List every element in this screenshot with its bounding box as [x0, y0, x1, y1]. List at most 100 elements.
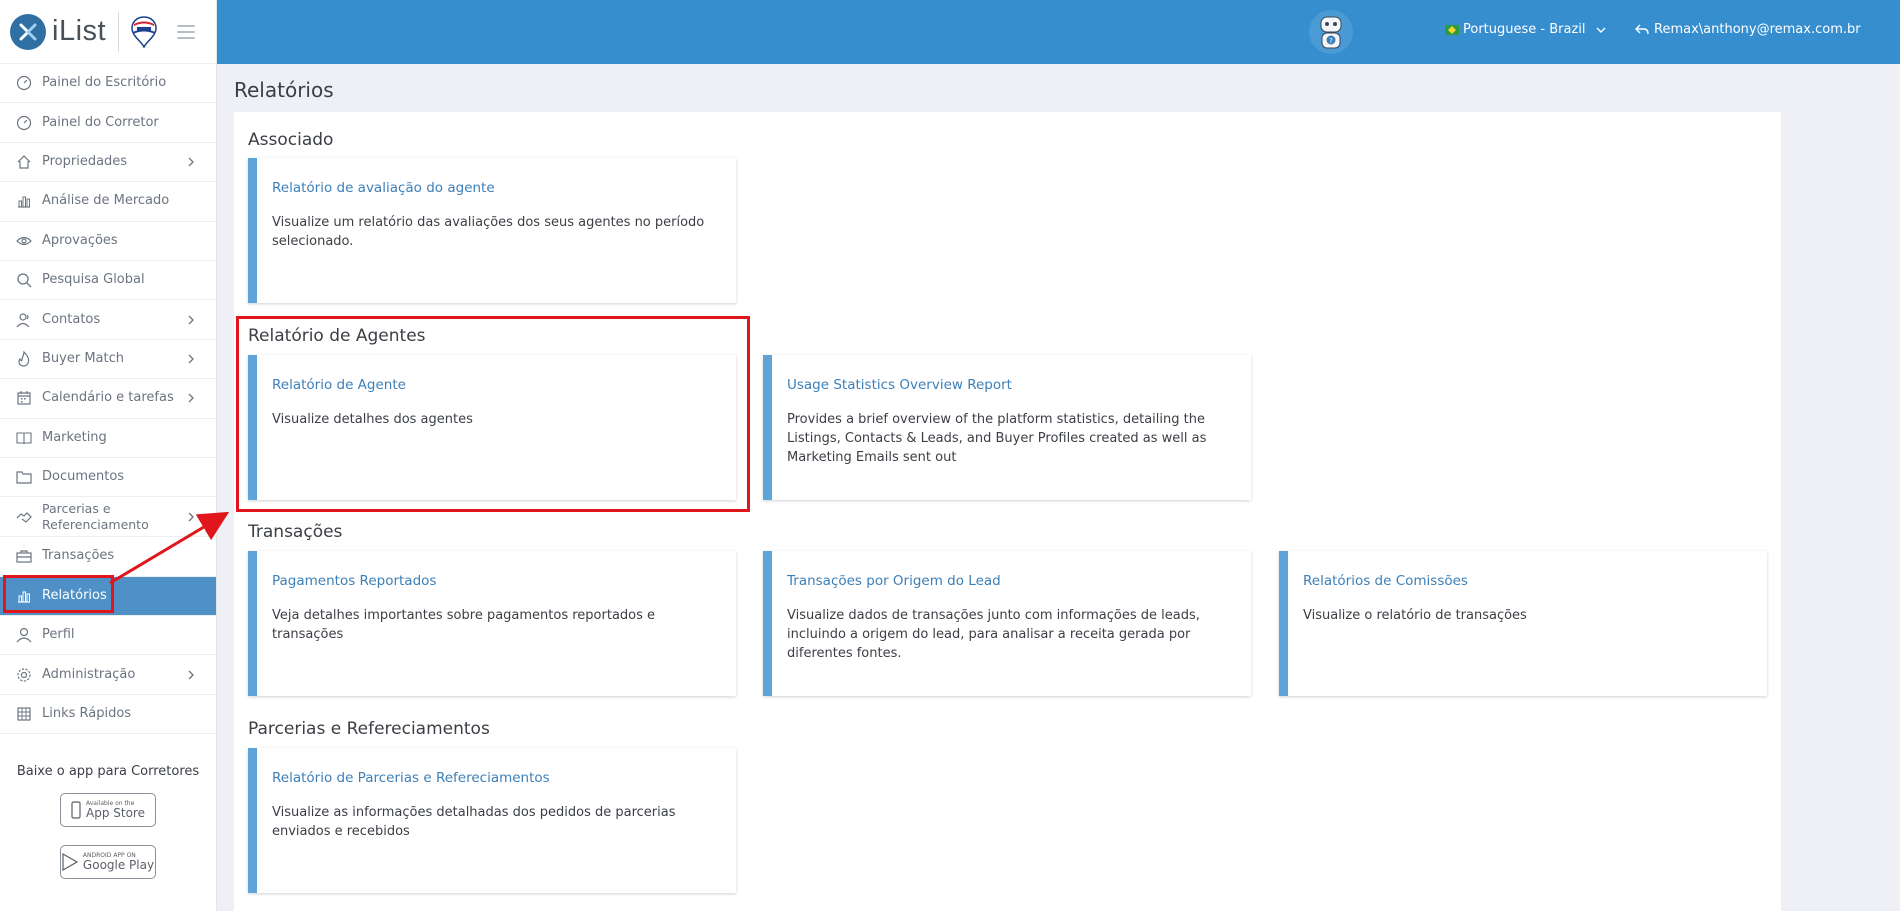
sidebar-item-label: Pesquisa Global	[42, 272, 145, 288]
language-selector[interactable]: Portuguese - Brazil	[1445, 22, 1606, 37]
user-icon	[15, 626, 33, 644]
handshake-icon	[15, 508, 33, 526]
folder-icon	[15, 468, 33, 486]
report-card-description: Visualize o relatório de transações	[1303, 608, 1527, 623]
sidebar-item-label: Contatos	[42, 311, 101, 327]
report-card-description: Provides a brief overview of the platfor…	[787, 412, 1207, 465]
sidebar-item-pesquisa-global[interactable]: Pesquisa Global	[0, 261, 216, 301]
app-download-section: Baixe o app para Corretores Available on…	[0, 734, 216, 880]
google-play-big: Google Play	[82, 858, 155, 873]
page-title: Relatórios	[234, 78, 334, 102]
remax-balloon-icon	[131, 15, 157, 48]
home-icon	[15, 153, 33, 171]
sidebar-item-label: Parcerias e Referenciamento	[42, 500, 149, 532]
sidebar-item-aprovacoes[interactable]: Aprovações	[0, 222, 216, 261]
report-card-description: Visualize um relatório das avaliações do…	[272, 215, 705, 249]
gear-icon	[15, 666, 33, 684]
chevron-right-icon	[188, 157, 194, 167]
sidebar-item-buyer-match[interactable]: Buyer Match	[0, 340, 216, 380]
report-card-usage-statistics[interactable]: Usage Statistics Overview Report Provide…	[763, 355, 1251, 500]
section-title-parcerias: Parcerias e Refereciamentos	[248, 719, 490, 739]
user-email: Remax\anthony@remax.com.br	[1654, 22, 1861, 37]
flame-icon	[15, 350, 33, 368]
report-card-parcerias-refereciamentos[interactable]: Relatório de Parcerias e Refereciamentos…	[248, 748, 736, 893]
brand-name: iList	[52, 15, 107, 47]
section-title-transacoes: Transações	[248, 522, 343, 542]
sidebar-item-painel-corretor[interactable]: Painel do Corretor	[0, 103, 216, 143]
building-icon	[15, 705, 33, 723]
play-icon	[62, 853, 78, 872]
app-store-button[interactable]: Available on the App Store	[60, 793, 156, 828]
chevron-right-icon	[188, 670, 194, 680]
google-play-button[interactable]: ANDROID APP ON Google Play	[60, 845, 156, 880]
sidebar-item-label: Propriedades	[42, 153, 128, 169]
contacts-icon	[15, 311, 33, 329]
reply-arrow-icon	[1635, 24, 1649, 34]
sidebar-item-links-rapidos[interactable]: Links Rápidos	[0, 695, 216, 735]
sidebar-item-label: Administração	[42, 666, 136, 682]
chevron-right-icon	[188, 393, 194, 403]
language-label: Portuguese - Brazil	[1463, 22, 1586, 37]
sidebar-item-label: Painel do Corretor	[42, 114, 159, 130]
app-download-title: Baixe o app para Corretores	[16, 764, 200, 780]
user-menu[interactable]: Remax\anthony@remax.com.br	[1635, 22, 1861, 37]
menu-toggle-icon[interactable]	[177, 24, 196, 39]
sidebar-item-label: Perfil	[42, 627, 75, 643]
book-icon	[15, 429, 33, 447]
sidebar-item-parcerias[interactable]: Parcerias e Referenciamento	[0, 497, 216, 538]
report-card-transacoes-origem-lead[interactable]: Transações por Origem do Lead Visualize …	[763, 551, 1251, 696]
svg-text:?: ?	[1329, 37, 1333, 45]
report-card-description: Veja detalhes importantes sobre pagament…	[272, 608, 656, 642]
sidebar-item-label: Transações	[42, 548, 115, 564]
gauge-icon	[15, 74, 33, 92]
sidebar-item-label: Buyer Match	[42, 350, 124, 366]
sidebar-item-label: Aprovações	[42, 232, 118, 248]
search-icon	[15, 271, 33, 289]
sidebar-item-documentos[interactable]: Documentos	[0, 458, 216, 498]
sidebar-item-perfil[interactable]: Perfil	[0, 616, 216, 656]
section-title-associado: Associado	[248, 130, 334, 150]
ilist-logo-icon[interactable]	[10, 13, 46, 50]
sidebar-item-label: Painel do Escritório	[42, 75, 167, 91]
gauge-icon	[15, 114, 33, 132]
report-card-title[interactable]: Pagamentos Reportados	[272, 573, 720, 589]
sidebar-item-administracao[interactable]: Administração	[0, 655, 216, 695]
sidebar-item-painel-escritorio[interactable]: Painel do Escritório	[0, 64, 216, 104]
annotation-highlight-relatorios-nav	[3, 575, 114, 613]
eye-icon	[15, 232, 33, 250]
report-card-relatorios-comissoes[interactable]: Relatórios de Comissões Visualize o rela…	[1279, 551, 1767, 696]
report-card-title[interactable]: Relatório de Parcerias e Refereciamentos	[272, 770, 720, 786]
report-card-description: Visualize dados de transações junto com …	[787, 608, 1200, 661]
sidebar-item-analise-mercado[interactable]: Análise de Mercado	[0, 182, 216, 222]
brazil-flag-icon	[1445, 24, 1459, 35]
bar-chart-icon	[15, 192, 33, 210]
report-card-title[interactable]: Transações por Origem do Lead	[787, 573, 1235, 589]
report-card-description: Visualize as informações detalhadas dos …	[272, 805, 676, 839]
report-card-title[interactable]: Relatório de avaliação do agente	[272, 180, 720, 196]
sidebar-item-label: Documentos	[42, 469, 125, 485]
sidebar-item-label: Marketing	[42, 429, 107, 445]
report-card-title[interactable]: Usage Statistics Overview Report	[787, 377, 1235, 393]
sidebar: iList Painel do Escritório Painel do Cor…	[0, 0, 217, 911]
report-card-title[interactable]: Relatórios de Comissões	[1303, 573, 1751, 589]
sidebar-item-contatos[interactable]: Contatos	[0, 300, 216, 340]
phone-icon	[71, 801, 81, 819]
logo-bar: iList	[0, 0, 216, 64]
briefcase-icon	[15, 547, 33, 565]
sidebar-item-marketing[interactable]: Marketing	[0, 419, 216, 458]
top-bar: ? Portuguese - Brazil Remax\anthony@rema…	[217, 0, 1900, 64]
report-card-pagamentos-reportados[interactable]: Pagamentos Reportados Veja detalhes impo…	[248, 551, 736, 696]
sidebar-item-transacoes[interactable]: Transações	[0, 537, 216, 577]
chevron-right-icon	[188, 512, 194, 522]
chevron-right-icon	[188, 354, 194, 364]
help-robot-icon[interactable]: ?	[1307, 8, 1355, 56]
sidebar-item-label: Análise de Mercado	[42, 193, 170, 209]
annotation-highlight-agent-reports	[236, 316, 750, 512]
chevron-right-icon	[188, 315, 194, 324]
sidebar-item-propriedades[interactable]: Propriedades	[0, 143, 216, 183]
sidebar-item-calendario[interactable]: Calendário e tarefas	[0, 379, 216, 419]
calendar-icon	[15, 389, 33, 407]
report-card-avaliacao-agente[interactable]: Relatório de avaliação do agente Visuali…	[248, 158, 736, 303]
chevron-down-icon	[1596, 27, 1606, 33]
sidebar-item-label: Calendário e tarefas	[42, 390, 174, 406]
